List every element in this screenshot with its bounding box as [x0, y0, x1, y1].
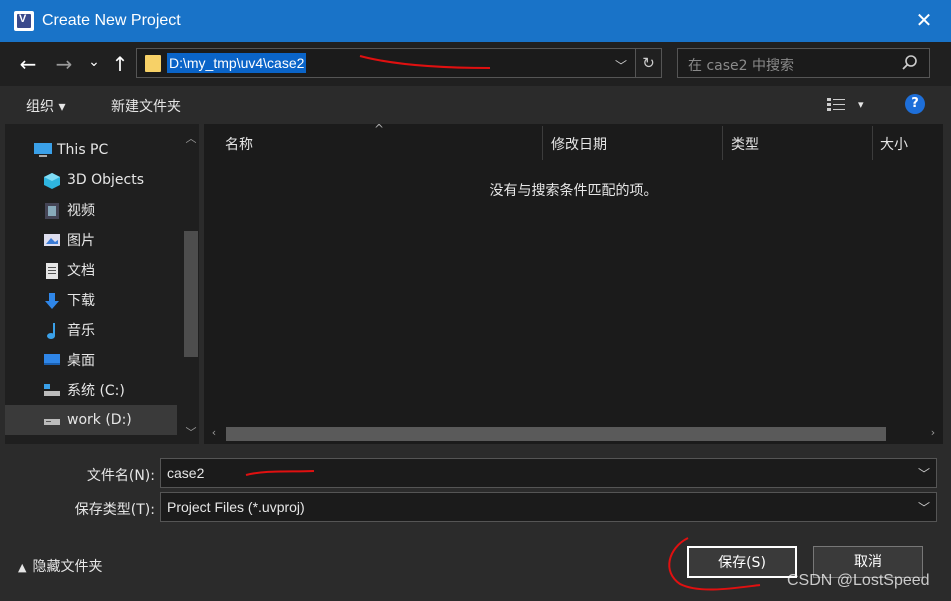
column-header-size[interactable]: 大小: [880, 134, 908, 154]
filetype-label: 保存类型(T):: [74, 502, 155, 518]
filetype-select[interactable]: Project Files (*.uvproj) ﹀: [160, 492, 937, 522]
sidebar-item-desktop[interactable]: 桌面: [5, 345, 177, 375]
chevron-down-icon[interactable]: ﹀: [918, 465, 930, 482]
filename-field[interactable]: case2 ﹀: [160, 458, 937, 488]
new-folder-button[interactable]: 新建文件夹: [111, 96, 181, 116]
hide-folders-label: 隐藏文件夹: [32, 559, 103, 575]
sidebar-item-label: 3D Objects: [67, 172, 145, 188]
scroll-right-arrow[interactable]: ›: [925, 426, 941, 439]
document-icon: [43, 262, 61, 279]
sidebar-item-pictures[interactable]: 图片: [5, 225, 177, 255]
sidebar-item-label: 系统 (C:): [67, 383, 125, 399]
up-button[interactable]: ↑: [108, 52, 132, 76]
save-form: 文件名(N): case2 ﹀ 保存类型(T): Project Files (…: [0, 444, 951, 601]
close-icon[interactable]: ✕: [913, 9, 935, 31]
sidebar-item-label: 视频: [67, 203, 95, 219]
download-icon: [43, 292, 61, 309]
sidebar-item-this-pc[interactable]: This PC: [5, 135, 177, 165]
cube-icon: [43, 172, 61, 189]
desktop-icon: [43, 352, 61, 368]
scroll-up-arrow[interactable]: ︿: [183, 130, 199, 146]
navigation-pane[interactable]: This PC 3D Objects 视频 图片 文档 下载 音乐 桌面 系统 …: [5, 124, 199, 444]
search-input[interactable]: 在 case2 中搜索: [688, 55, 794, 75]
empty-message: 没有与搜索条件匹配的项。: [489, 183, 658, 199]
sidebar-item-downloads[interactable]: 下载: [5, 285, 177, 315]
folder-icon: [145, 55, 161, 72]
sidebar-item-label: 图片: [67, 233, 95, 249]
column-divider[interactable]: [542, 126, 543, 160]
chevron-up-icon: ▲: [18, 561, 27, 574]
sort-indicator-icon: ^: [374, 122, 385, 136]
sidebar-item-label: work (D:): [67, 412, 132, 428]
view-options-icon[interactable]: [826, 97, 846, 111]
address-bar[interactable]: D:\my_tmp\uv4\case2 ﹀: [136, 48, 636, 78]
navigation-bar: ← → ⌄ ↑ D:\my_tmp\uv4\case2 ﹀ ↻ 在 case2 …: [0, 42, 951, 86]
chevron-down-icon[interactable]: ﹀: [615, 57, 627, 74]
sidebar-item-label: 下载: [67, 293, 95, 309]
filename-label: 文件名(N):: [86, 468, 155, 484]
column-divider[interactable]: [872, 126, 873, 160]
scroll-left-arrow[interactable]: ‹: [206, 426, 222, 439]
toolbar: 组织 ▾ 新建文件夹 ▾ ?: [0, 86, 951, 124]
video-icon: [43, 202, 61, 219]
refresh-button[interactable]: ↻: [636, 48, 662, 78]
address-text[interactable]: D:\my_tmp\uv4\case2: [167, 53, 307, 73]
sidebar-item-documents[interactable]: 文档: [5, 255, 177, 285]
sidebar-item-label: 桌面: [67, 353, 95, 369]
forward-button[interactable]: →: [52, 52, 76, 76]
picture-icon: [43, 232, 61, 248]
sidebar-item-videos[interactable]: 视频: [5, 195, 177, 225]
column-header-type[interactable]: 类型: [731, 134, 759, 154]
view-dropdown-arrow[interactable]: ▾: [858, 98, 864, 111]
keil-app-icon: V: [14, 11, 34, 31]
sidebar-item-label: 文档: [67, 263, 95, 279]
file-list[interactable]: ^ 名称 修改日期 类型 大小 没有与搜索条件匹配的项。: [204, 122, 943, 444]
save-button[interactable]: 保存(S): [687, 546, 797, 578]
file-list-scrollbar-thumb[interactable]: [226, 427, 886, 441]
sidebar-item-drive-d[interactable]: work (D:): [5, 405, 177, 435]
back-button[interactable]: ←: [16, 52, 40, 76]
help-icon[interactable]: ?: [905, 94, 925, 114]
window-title: Create New Project: [42, 12, 181, 29]
watermark-text: CSDN @LostSpeed: [787, 572, 930, 589]
column-divider[interactable]: [722, 126, 723, 160]
recent-locations-button[interactable]: ⌄: [82, 50, 106, 74]
sidebar-item-music[interactable]: 音乐: [5, 315, 177, 345]
sidebar-item-label: 音乐: [67, 323, 95, 339]
drive-icon: [43, 382, 61, 398]
chevron-down-icon[interactable]: ﹀: [918, 499, 930, 516]
column-header-name[interactable]: 名称: [225, 134, 253, 154]
filename-value[interactable]: case2: [167, 465, 204, 481]
sidebar-item-3d-objects[interactable]: 3D Objects: [5, 165, 177, 195]
filetype-value[interactable]: Project Files (*.uvproj): [167, 499, 305, 515]
column-header-date[interactable]: 修改日期: [551, 134, 607, 154]
sidebar-item-drive-c[interactable]: 系统 (C:): [5, 375, 177, 405]
sidebar-item-label: This PC: [57, 142, 109, 158]
organize-menu-button[interactable]: 组织 ▾: [26, 96, 65, 116]
search-icon[interactable]: [901, 54, 919, 72]
title-bar: V Create New Project ✕: [0, 0, 951, 42]
hide-folders-toggle[interactable]: ▲ 隐藏文件夹: [18, 556, 102, 576]
computer-icon: [33, 142, 52, 158]
file-list-scrollbar[interactable]: ‹ ›: [204, 424, 943, 444]
music-icon: [43, 322, 61, 339]
search-box[interactable]: 在 case2 中搜索: [677, 48, 930, 78]
scroll-down-arrow[interactable]: ﹀: [183, 424, 199, 440]
drive-icon: [43, 412, 61, 428]
sidebar-scrollbar-thumb[interactable]: [184, 231, 198, 357]
